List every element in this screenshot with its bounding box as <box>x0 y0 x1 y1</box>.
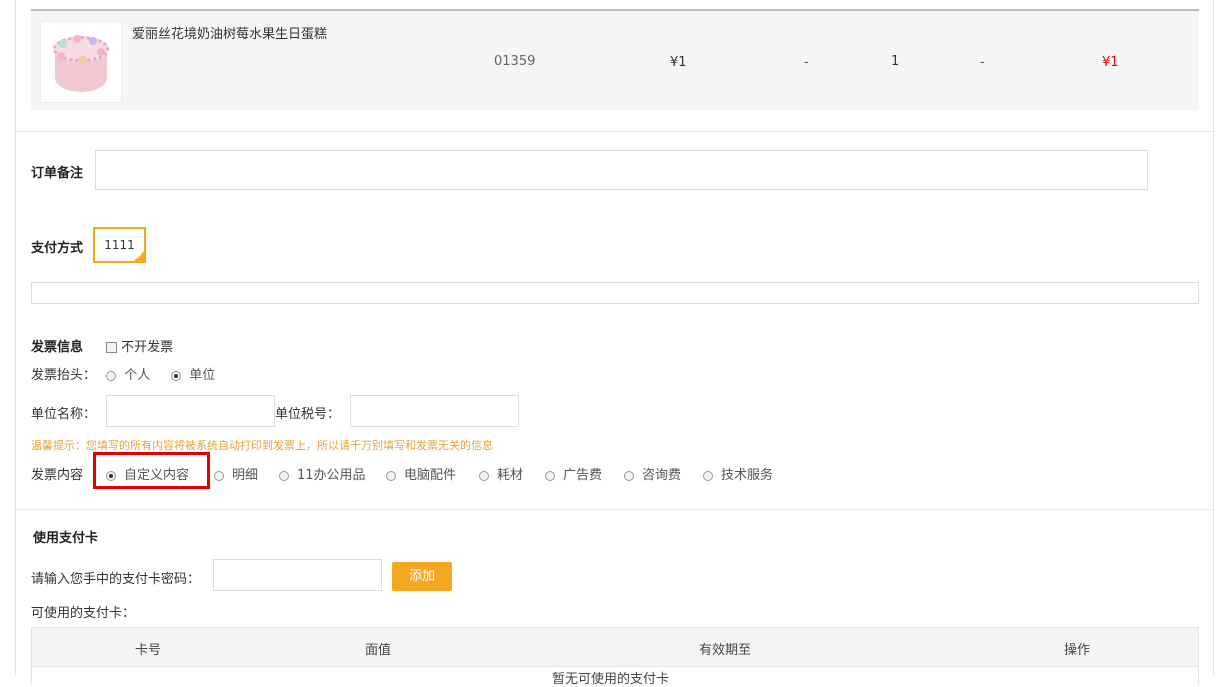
option-label: 咨询费 <box>642 468 682 483</box>
content-option-office[interactable]: 11办公用品 <box>279 464 366 483</box>
invoice-header-label: 发票抬头： <box>31 368 97 383</box>
product-row: 爱丽丝花境奶油树莓水果生日蛋糕 01359 ¥1 - 1 - ¥1 <box>31 9 1199 110</box>
card-password-input[interactable] <box>213 559 382 591</box>
header-option-company[interactable]: 单位 <box>171 364 215 383</box>
remark-input[interactable] <box>95 150 1148 190</box>
section-divider <box>16 509 1213 510</box>
no-invoice-option[interactable]: 不开发票 <box>106 336 173 355</box>
radio-personal[interactable] <box>106 370 116 381</box>
product-price: ¥1 <box>670 55 687 70</box>
product-extra: - <box>980 55 985 70</box>
product-quantity: 1 <box>891 54 900 69</box>
radio-company[interactable] <box>171 370 181 381</box>
content-option-detail[interactable]: 明细 <box>214 464 258 483</box>
radio-ads[interactable] <box>545 470 555 481</box>
payment-option-label: 1111 <box>104 238 135 252</box>
product-subtotal: ¥1 <box>1102 55 1119 70</box>
radio-consumables[interactable] <box>479 470 489 481</box>
content-option-ads[interactable]: 广告费 <box>545 464 602 483</box>
radio-computer[interactable] <box>386 470 396 481</box>
option-label: 明细 <box>232 468 259 483</box>
header-option-label: 单位 <box>189 368 216 383</box>
option-label: 广告费 <box>563 468 603 483</box>
invoice-content-label: 发票内容 <box>31 468 84 483</box>
content-option-consulting[interactable]: 咨询费 <box>624 464 681 483</box>
payment-option-1111[interactable]: 1111 ✓ <box>93 227 146 263</box>
highlight-box <box>93 452 210 489</box>
tax-number-label: 单位税号： <box>275 407 341 422</box>
option-label: 电脑配件 <box>404 468 457 483</box>
option-label: 耗材 <box>497 468 524 483</box>
card-password-label: 请输入您手中的支付卡密码： <box>31 572 201 587</box>
cake-image <box>53 30 109 94</box>
card-section-title: 使用支付卡 <box>33 531 99 546</box>
product-name[interactable]: 爱丽丝花境奶油树莓水果生日蛋糕 <box>132 23 327 42</box>
card-table-body: 暂无可使用的支付卡 <box>31 666 1199 687</box>
column-face-value: 面值 <box>365 643 392 658</box>
column-card-number: 卡号 <box>135 643 162 658</box>
tax-number-input[interactable] <box>350 395 519 427</box>
radio-consulting[interactable] <box>624 470 634 481</box>
payment-label: 支付方式 <box>31 241 84 256</box>
company-name-input[interactable] <box>106 395 275 427</box>
radio-office[interactable] <box>279 470 289 481</box>
invoice-label: 发票信息 <box>31 340 84 355</box>
payment-detail-bar <box>31 282 1199 304</box>
remark-label: 订单备注 <box>31 166 84 181</box>
check-icon: ✓ <box>136 252 143 261</box>
column-action: 操作 <box>1064 643 1091 658</box>
invoice-tip: 温馨提示：您填写的所有内容将被系统自动打印到发票上，所以请千万别填写和发票无关的… <box>31 439 493 452</box>
column-expiry: 有效期至 <box>699 643 752 658</box>
no-invoice-label: 不开发票 <box>121 340 174 355</box>
section-divider <box>16 131 1213 132</box>
product-thumbnail[interactable] <box>40 21 122 103</box>
option-label: 11办公用品 <box>297 468 366 483</box>
radio-tech[interactable] <box>703 470 713 481</box>
product-code: 01359 <box>494 54 536 69</box>
company-name-label: 单位名称： <box>31 407 97 422</box>
card-table-header: 卡号 面值 有效期至 操作 <box>31 627 1199 667</box>
product-discount: - <box>804 55 809 70</box>
add-card-button[interactable]: 添加 <box>392 562 452 591</box>
empty-cards-message: 暂无可使用的支付卡 <box>552 672 670 687</box>
content-option-consumables[interactable]: 耗材 <box>479 464 523 483</box>
header-option-label: 个人 <box>124 368 151 383</box>
content-option-computer[interactable]: 电脑配件 <box>386 464 456 483</box>
radio-detail[interactable] <box>214 470 224 481</box>
available-cards-label: 可使用的支付卡： <box>31 606 136 621</box>
content-option-tech[interactable]: 技术服务 <box>703 464 773 483</box>
header-option-personal[interactable]: 个人 <box>106 364 150 383</box>
no-invoice-checkbox[interactable] <box>106 342 117 353</box>
option-label: 技术服务 <box>721 468 774 483</box>
